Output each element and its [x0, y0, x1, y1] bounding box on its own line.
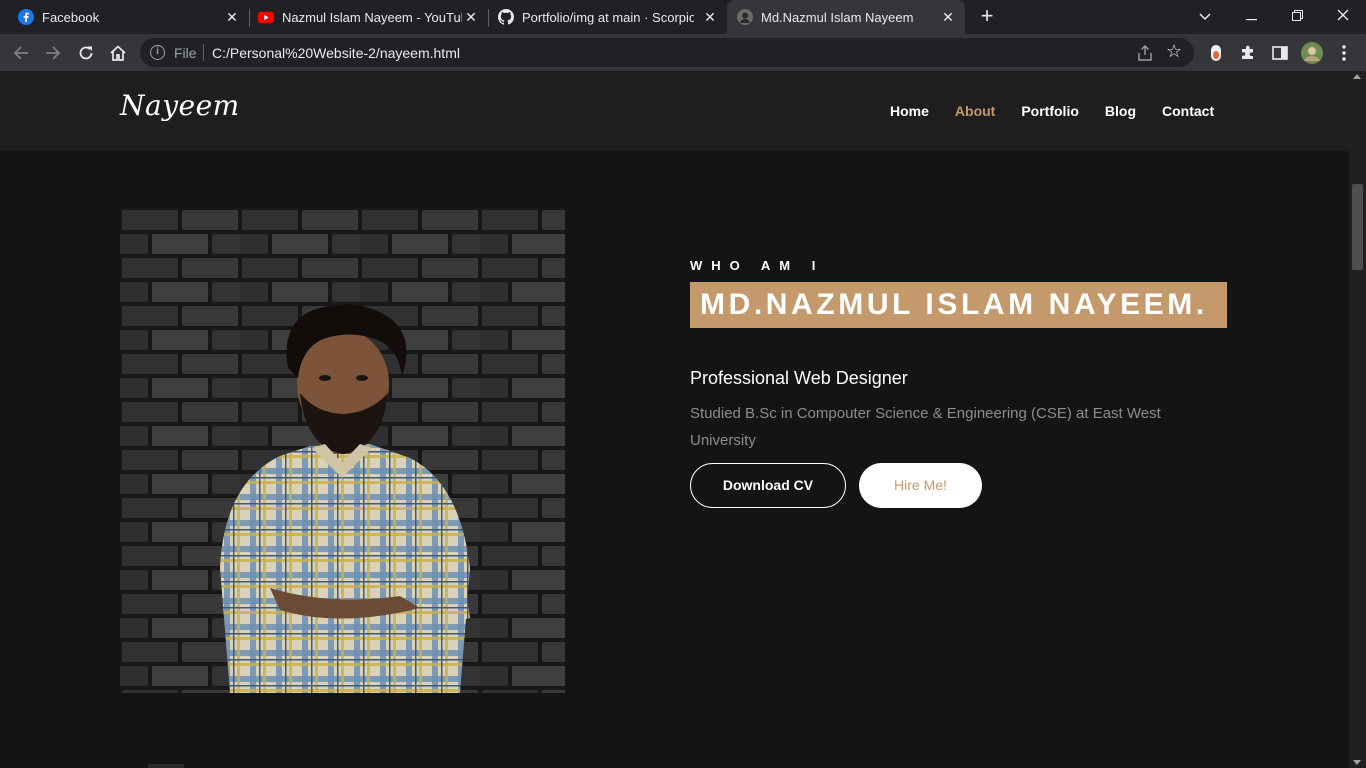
nav-home[interactable]: Home — [890, 103, 929, 119]
tab-search-icon[interactable] — [1190, 4, 1220, 28]
back-arrow-icon[interactable] — [9, 41, 33, 65]
minimize-icon[interactable] — [1236, 4, 1266, 28]
menu-kebab-icon[interactable] — [1333, 42, 1355, 64]
hire-me-button[interactable]: Hire Me! — [859, 463, 982, 508]
share-icon[interactable] — [1136, 44, 1154, 62]
scroll-up-arrow-icon[interactable] — [1353, 74, 1361, 79]
close-icon[interactable]: ✕ — [224, 9, 240, 25]
home-icon[interactable] — [106, 41, 130, 65]
tab-title: Md.Nazmul Islam Nayeem — [761, 10, 914, 25]
extension-fire-icon[interactable] — [1205, 42, 1227, 64]
side-panel-icon[interactable] — [1269, 42, 1291, 64]
close-icon[interactable]: ✕ — [463, 9, 479, 25]
tab-youtube[interactable]: Nazmul Islam Nayeem - YouTube ✕ — [248, 0, 488, 34]
github-icon — [498, 9, 514, 25]
nav-about[interactable]: About — [955, 103, 995, 119]
restore-icon[interactable] — [1282, 4, 1312, 28]
scroll-down-arrow-icon[interactable] — [1353, 760, 1361, 765]
tab-title: Facebook — [42, 10, 100, 25]
role-title: Professional Web Designer — [690, 368, 908, 388]
facebook-icon — [18, 9, 34, 25]
site-logo[interactable]: Nayeem — [120, 89, 240, 122]
profile-photo — [120, 208, 565, 693]
tab-title: Portfolio/img at main · ScorpionN — [522, 10, 694, 25]
reload-icon[interactable] — [74, 41, 98, 65]
close-icon[interactable]: ✕ — [702, 9, 718, 25]
tab-facebook[interactable]: Facebook ✕ — [8, 0, 248, 34]
page-viewport: Nayeem Home About Portfolio Blog Contact — [0, 71, 1349, 768]
browser-toolbar: i File C:/Personal%20Website-2/nayeem.ht… — [0, 34, 1366, 71]
download-cv-button[interactable]: Download CV — [690, 463, 846, 508]
new-tab-button[interactable]: + — [976, 5, 998, 28]
close-icon[interactable]: ✕ — [940, 9, 956, 25]
name-highlight: MD.NAZMUL ISLAM NAYEEM. — [690, 282, 1227, 328]
address-bar[interactable]: i File C:/Personal%20Website-2/nayeem.ht… — [140, 38, 1194, 67]
browser-tab-bar: Facebook ✕ Nazmul Islam Nayeem - YouTube… — [0, 0, 1366, 34]
nav-contact[interactable]: Contact — [1162, 103, 1214, 119]
who-am-i-kicker: WHO AM I — [690, 258, 825, 273]
nav-blog[interactable]: Blog — [1105, 103, 1136, 119]
scrollbar-thumb[interactable] — [1352, 184, 1363, 270]
info-icon[interactable]: i — [150, 45, 165, 60]
url-text[interactable]: C:/Personal%20Website-2/nayeem.html — [212, 45, 460, 61]
nav-portfolio[interactable]: Portfolio — [1021, 103, 1079, 119]
page-scrollbar[interactable] — [1349, 71, 1366, 768]
divider — [203, 44, 204, 61]
extensions-puzzle-icon[interactable] — [1237, 42, 1259, 64]
section-divider — [148, 764, 184, 768]
site-header: Nayeem Home About Portfolio Blog Contact — [0, 71, 1349, 151]
close-window-icon[interactable] — [1328, 4, 1358, 28]
bookmark-star-icon[interactable]: ☆ — [1166, 41, 1182, 62]
education-description: Studied B.Sc in Compouter Science & Engi… — [690, 405, 1161, 449]
youtube-icon — [258, 9, 274, 25]
profile-avatar[interactable] — [1301, 42, 1323, 64]
main-nav: Home About Portfolio Blog Contact — [890, 103, 1240, 119]
file-scheme-label: File — [174, 45, 197, 61]
hero-name: MD.NAZMUL ISLAM NAYEEM. — [700, 288, 1208, 321]
forward-arrow-icon[interactable] — [41, 41, 65, 65]
tab-title: Nazmul Islam Nayeem - YouTube — [282, 10, 462, 25]
site-favicon — [737, 9, 753, 25]
tab-github[interactable]: Portfolio/img at main · ScorpionN ✕ — [488, 0, 726, 34]
tab-active-site[interactable]: Md.Nazmul Islam Nayeem ✕ — [727, 0, 965, 34]
